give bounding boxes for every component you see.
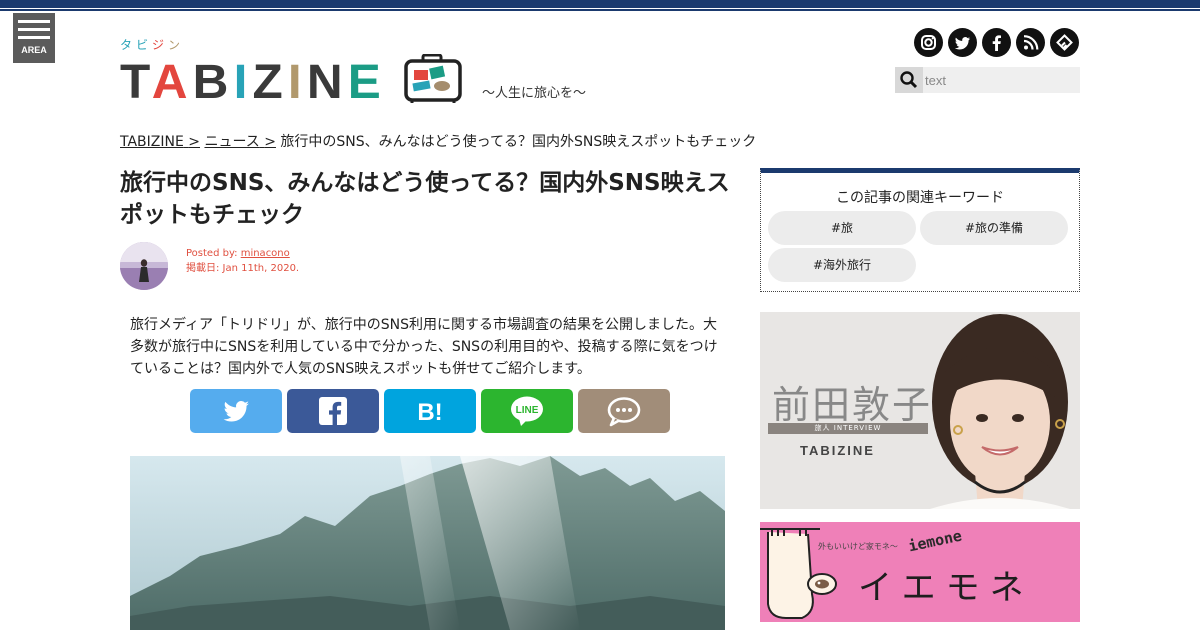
iemone-banner[interactable]: 外もいいけど家モネ〜 iemone イエモネ	[760, 522, 1080, 622]
search-input[interactable]	[925, 67, 1075, 93]
iemone-title: イエモネ	[858, 568, 1034, 608]
breadcrumb-home-label: TABIZINE	[120, 134, 184, 150]
twitter-icon	[223, 401, 249, 422]
related-keywords-box: この記事の関連キーワード #旅 #旅の準備 #海外旅行	[760, 168, 1080, 292]
posted-by-line: Posted by: minacono	[186, 246, 299, 261]
search-icon	[900, 71, 918, 89]
posted-by-label: Posted by:	[186, 248, 238, 259]
area-menu-button[interactable]: AREA	[13, 13, 55, 63]
breadcrumb-separator: >	[188, 134, 201, 150]
rss-icon[interactable]	[1016, 28, 1045, 57]
suitcase-icon	[404, 54, 462, 103]
feedly-icon[interactable]	[1050, 28, 1079, 57]
search-box	[895, 67, 1080, 93]
logo-kana-char: ビ	[136, 38, 153, 52]
interviewee-name: 前田敦子	[772, 383, 933, 427]
svg-text:LINE: LINE	[516, 405, 539, 416]
hamburger-icon-line	[18, 20, 50, 23]
breadcrumb-news-link[interactable]: ニュース >	[204, 134, 276, 150]
breadcrumb: TABIZINE > ニュース > 旅行中のSNS、みんなはどう使ってる？国内外…	[120, 131, 756, 151]
top-stripe-line	[0, 9, 1200, 11]
breadcrumb-news-label: ニュース	[204, 134, 260, 150]
breadcrumb-separator: >	[264, 134, 276, 150]
twitter-share-button[interactable]	[190, 389, 282, 433]
instagram-icon[interactable]	[914, 28, 943, 57]
keywords-title: この記事の関連キーワード	[836, 190, 1004, 206]
author-link[interactable]: minacono	[241, 248, 290, 259]
svg-text:TABIZINE: TABIZINE	[120, 58, 386, 102]
facebook-icon[interactable]	[982, 28, 1011, 57]
keyword-tag[interactable]: #旅	[768, 211, 916, 245]
hamburger-icon-line	[18, 28, 50, 31]
logo-kana-char: ジ	[152, 38, 169, 52]
breadcrumb-home-link[interactable]: TABIZINE >	[120, 134, 200, 150]
logo-kana: タビジン	[120, 36, 184, 53]
line-share-button[interactable]: LINE	[481, 389, 573, 433]
interview-subtitle: 旅人 INTERVIEW	[814, 424, 882, 432]
search-button[interactable]	[895, 67, 923, 93]
article-title: 旅行中のSNS、みんなはどう使ってる？国内外SNS映えスポットもチェック	[120, 170, 730, 228]
logo-kana-char: タ	[120, 38, 137, 52]
comment-button[interactable]	[578, 389, 670, 433]
article-hero-image	[130, 456, 725, 630]
facebook-share-button[interactable]	[287, 389, 379, 433]
iemone-catchphrase: 外もいいけど家モネ〜	[818, 542, 898, 551]
interview-logo: TABIZINE	[800, 443, 875, 458]
area-label: AREA	[21, 45, 47, 55]
site-tagline: ～人生に旅心を～	[482, 86, 587, 101]
logo-kana-char: ン	[168, 38, 185, 52]
comment-icon	[607, 397, 641, 427]
hamburger-icon-line	[18, 36, 50, 39]
hatena-icon: B!	[417, 399, 442, 426]
twitter-icon[interactable]	[948, 28, 977, 57]
keyword-tag[interactable]: #海外旅行	[768, 248, 916, 282]
logo-wordmark: TABIZINE	[120, 58, 386, 102]
top-stripe-band	[0, 0, 1200, 8]
site-logo[interactable]: タビジン TABIZINE ～人生に旅心を～	[120, 36, 600, 106]
author-avatar[interactable]	[120, 242, 168, 290]
top-stripe	[0, 0, 1200, 14]
article-lead: 旅行メディア「トリドリ」が、旅行中のSNS利用に関する市場調査の結果を公開しまし…	[130, 317, 718, 377]
interview-banner[interactable]: 前田敦子 旅人 INTERVIEW TABIZINE	[760, 312, 1080, 509]
svg-text:B!: B!	[417, 399, 442, 426]
line-icon: LINE	[511, 396, 543, 426]
keyword-tag[interactable]: #旅の準備	[920, 211, 1068, 245]
facebook-icon	[319, 397, 347, 425]
hatena-bookmark-button[interactable]: B!	[384, 389, 476, 433]
publish-date: 掲載日: Jan 11th, 2020.	[186, 263, 300, 274]
breadcrumb-current: 旅行中のSNS、みんなはどう使ってる？国内外SNS映えスポットもチェック	[280, 134, 757, 150]
author-meta: Posted by: minacono 掲載日: Jan 11th, 2020.	[186, 246, 299, 276]
